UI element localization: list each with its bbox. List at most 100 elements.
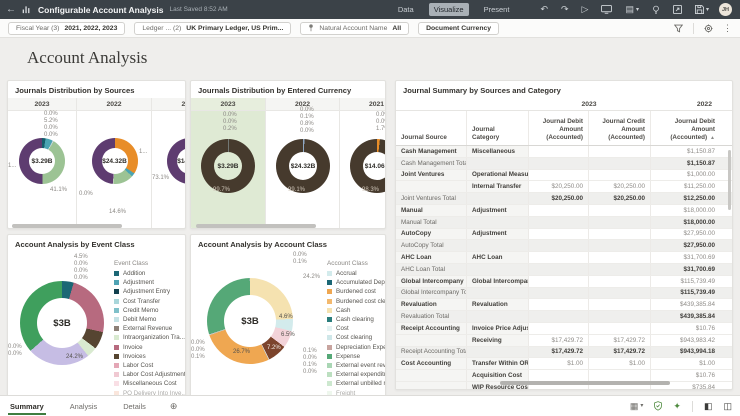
legend-swatch: [114, 308, 119, 313]
table-row[interactable]: AutoCopyAdjustment$27,950.00: [396, 229, 732, 241]
donut-chart[interactable]: $14.06B: [167, 138, 187, 184]
currency-hscrollbar[interactable]: [196, 224, 316, 228]
filter-chip-document-currency[interactable]: Document Currency: [418, 22, 499, 35]
avatar[interactable]: JH: [719, 3, 732, 16]
table-row[interactable]: Manual Total$18,000.00: [396, 217, 732, 229]
legend-item[interactable]: Cash: [327, 307, 350, 314]
legend-item[interactable]: Invoice: [114, 344, 143, 351]
table-row[interactable]: Joint VenturesOperational Measure$1,000.…: [396, 170, 732, 182]
table-row[interactable]: Receipt AccountingInvoice Price Adjust$1…: [396, 323, 732, 335]
badge-icon[interactable]: [654, 401, 662, 411]
table-row[interactable]: Internal Transfer$20,250.00$20,250.00$11…: [396, 181, 732, 193]
legend-item[interactable]: Debit Memo: [114, 316, 156, 323]
legend-item[interactable]: Adjustment: [114, 279, 154, 286]
column-header[interactable]: Journal Debit Amount (Accounted)▲: [650, 111, 720, 145]
play-icon[interactable]: ▷: [582, 5, 589, 14]
facet-2023[interactable]: 2023$3.29B0.0%5.2%0.0%0.0%1...41.1%: [8, 98, 76, 228]
legend-item[interactable]: Intraorganization Tra...: [114, 334, 185, 341]
legend-item[interactable]: Cash clearing: [327, 316, 374, 323]
nav-visualize[interactable]: Visualize: [429, 3, 469, 16]
table-hscrollbar[interactable]: [500, 381, 670, 385]
kebab-icon[interactable]: ⋮: [723, 24, 732, 33]
donut-chart[interactable]: $24.32B: [92, 138, 138, 184]
tab-details[interactable]: Details: [121, 397, 148, 415]
legend-item[interactable]: Burdened cost clearing: [327, 298, 386, 305]
facet-2023[interactable]: 2023$3.29B0.0%0.0%0.2%99.7%: [191, 98, 265, 228]
nav-present[interactable]: Present: [479, 3, 515, 16]
grid-icon[interactable]: ▦▾: [630, 402, 644, 411]
gear-icon[interactable]: [704, 24, 713, 33]
undo-icon[interactable]: ↶: [540, 5, 548, 14]
facet-2022[interactable]: 2022$24.32B1...0.0%14.6%: [76, 98, 151, 228]
add-canvas-icon[interactable]: ⊕: [170, 401, 178, 412]
bulb-icon[interactable]: [652, 5, 660, 15]
filter-chip-ledger-2[interactable]: Ledger ... (2)UK Primary Ledger, US Prim…: [134, 22, 291, 35]
facet-2021[interactable]: 2021$14.06B73.1%: [151, 98, 186, 228]
filter-chip-natural-account-name[interactable]: Natural Account NameAll: [300, 22, 409, 35]
legend-item[interactable]: Cost: [327, 325, 349, 332]
legend-item[interactable]: Addition: [114, 270, 145, 277]
table-row[interactable]: Cost AccountingTransfer Within ORG$1.00$…: [396, 358, 732, 370]
donut-chart[interactable]: $24.32B: [276, 139, 330, 193]
save-icon[interactable]: ▾: [695, 5, 709, 14]
dimension-cell: Transfer Within ORG: [466, 358, 528, 369]
nav-data[interactable]: Data: [393, 3, 419, 16]
legend-item[interactable]: Labor Cost Adjustment: [114, 371, 186, 378]
tab-analysis[interactable]: Analysis: [68, 397, 100, 415]
legend-item[interactable]: External event revenue: [327, 362, 386, 369]
donut-chart[interactable]: $14.06B: [350, 139, 386, 193]
column-header[interactable]: Journal Source: [396, 111, 466, 145]
legend-item[interactable]: Labor Cost: [114, 362, 153, 369]
legend-item[interactable]: Invoices: [114, 353, 146, 360]
sources-hscrollbar[interactable]: [12, 224, 122, 228]
table-row[interactable]: AHC Loan Total$31,700.69: [396, 264, 732, 276]
legend-item[interactable]: Miscellaneous Cost: [114, 380, 177, 387]
tab-summary[interactable]: Summary: [8, 397, 46, 415]
column-header[interactable]: Journal Debit Amount (Accounted): [528, 111, 588, 145]
filter-chip-fiscal-year-3[interactable]: Fiscal Year (3)2021, 2022, 2023: [8, 22, 125, 35]
legend-item[interactable]: External Revenue: [114, 325, 172, 332]
table-row[interactable]: AutoCopy Total$27,950.00: [396, 240, 732, 252]
legend-item[interactable]: Expense: [327, 353, 360, 360]
donut-chart[interactable]: $3.29B: [201, 139, 255, 193]
legend-item[interactable]: Accrual: [327, 270, 357, 277]
column-header[interactable]: Journal Credit Amount (Accounted): [588, 111, 650, 145]
table-row[interactable]: Receiving$17,429.72$17,429.72$943,983.42: [396, 335, 732, 347]
donut-chart[interactable]: $3.29B: [19, 138, 65, 184]
notes-icon[interactable]: ▤▾: [625, 5, 639, 14]
donut-chart[interactable]: $3B: [20, 281, 104, 365]
legend-item[interactable]: Adjustment Entry: [114, 288, 170, 295]
legend-item[interactable]: External expenditure ...: [327, 371, 386, 378]
legend-item[interactable]: External unbilled rece...: [327, 380, 386, 387]
table-row[interactable]: Cash ManagementMiscellaneous$1,150.87: [396, 146, 732, 158]
redo-icon[interactable]: ↷: [561, 5, 569, 14]
table-row[interactable]: Global IntercompanyGlobal Intercompany$1…: [396, 276, 732, 288]
table-row[interactable]: AHC LoanAHC Loan$31,700.69: [396, 252, 732, 264]
table-vscrollbar[interactable]: [728, 150, 731, 210]
back-icon[interactable]: ←: [0, 4, 22, 15]
legend-item[interactable]: Credit Memo: [114, 307, 158, 314]
column-header[interactable]: Journal Category: [466, 111, 528, 145]
donut-center-value: $14.06B: [177, 148, 187, 174]
present-icon[interactable]: [601, 5, 612, 14]
percent-label: 0.0%: [44, 125, 58, 132]
legend-item[interactable]: Cost Transfer: [114, 298, 160, 305]
facet-2022[interactable]: 2022$24.32B0.0%0.1%0.8%0.0%99.1%: [265, 98, 339, 228]
facet-2021[interactable]: 2021$14.06B0.0%0.0%1.7%98.3%: [339, 98, 386, 228]
legend-item[interactable]: Burdened cost: [327, 288, 376, 295]
sparkle-icon[interactable]: ✦: [673, 402, 681, 411]
table-row[interactable]: Cash Management Total$1,150.87: [396, 158, 732, 170]
legend-item[interactable]: Depreciation Expense: [327, 344, 386, 351]
filter-icon[interactable]: [674, 24, 683, 33]
table-row[interactable]: ManualAdjustment$18,000.00: [396, 205, 732, 217]
layout-split-icon[interactable]: ◫: [723, 402, 732, 411]
layout-left-icon[interactable]: ◧: [704, 402, 713, 411]
table-row[interactable]: RevaluationRevaluation$439,385.84: [396, 299, 732, 311]
legend-item[interactable]: Accumulated Depreci...: [327, 279, 386, 286]
legend-item[interactable]: Cost clearing: [327, 334, 372, 341]
table-row[interactable]: Joint Ventures Total$20,250.00$20,250.00…: [396, 193, 732, 205]
table-row[interactable]: Global Intercompany Total$115,739.49: [396, 288, 732, 300]
table-row[interactable]: Revaluation Total$439,385.84: [396, 311, 732, 323]
table-row[interactable]: Receipt Accounting Total$17,429.72$17,42…: [396, 347, 732, 359]
popout-icon[interactable]: [673, 5, 682, 14]
